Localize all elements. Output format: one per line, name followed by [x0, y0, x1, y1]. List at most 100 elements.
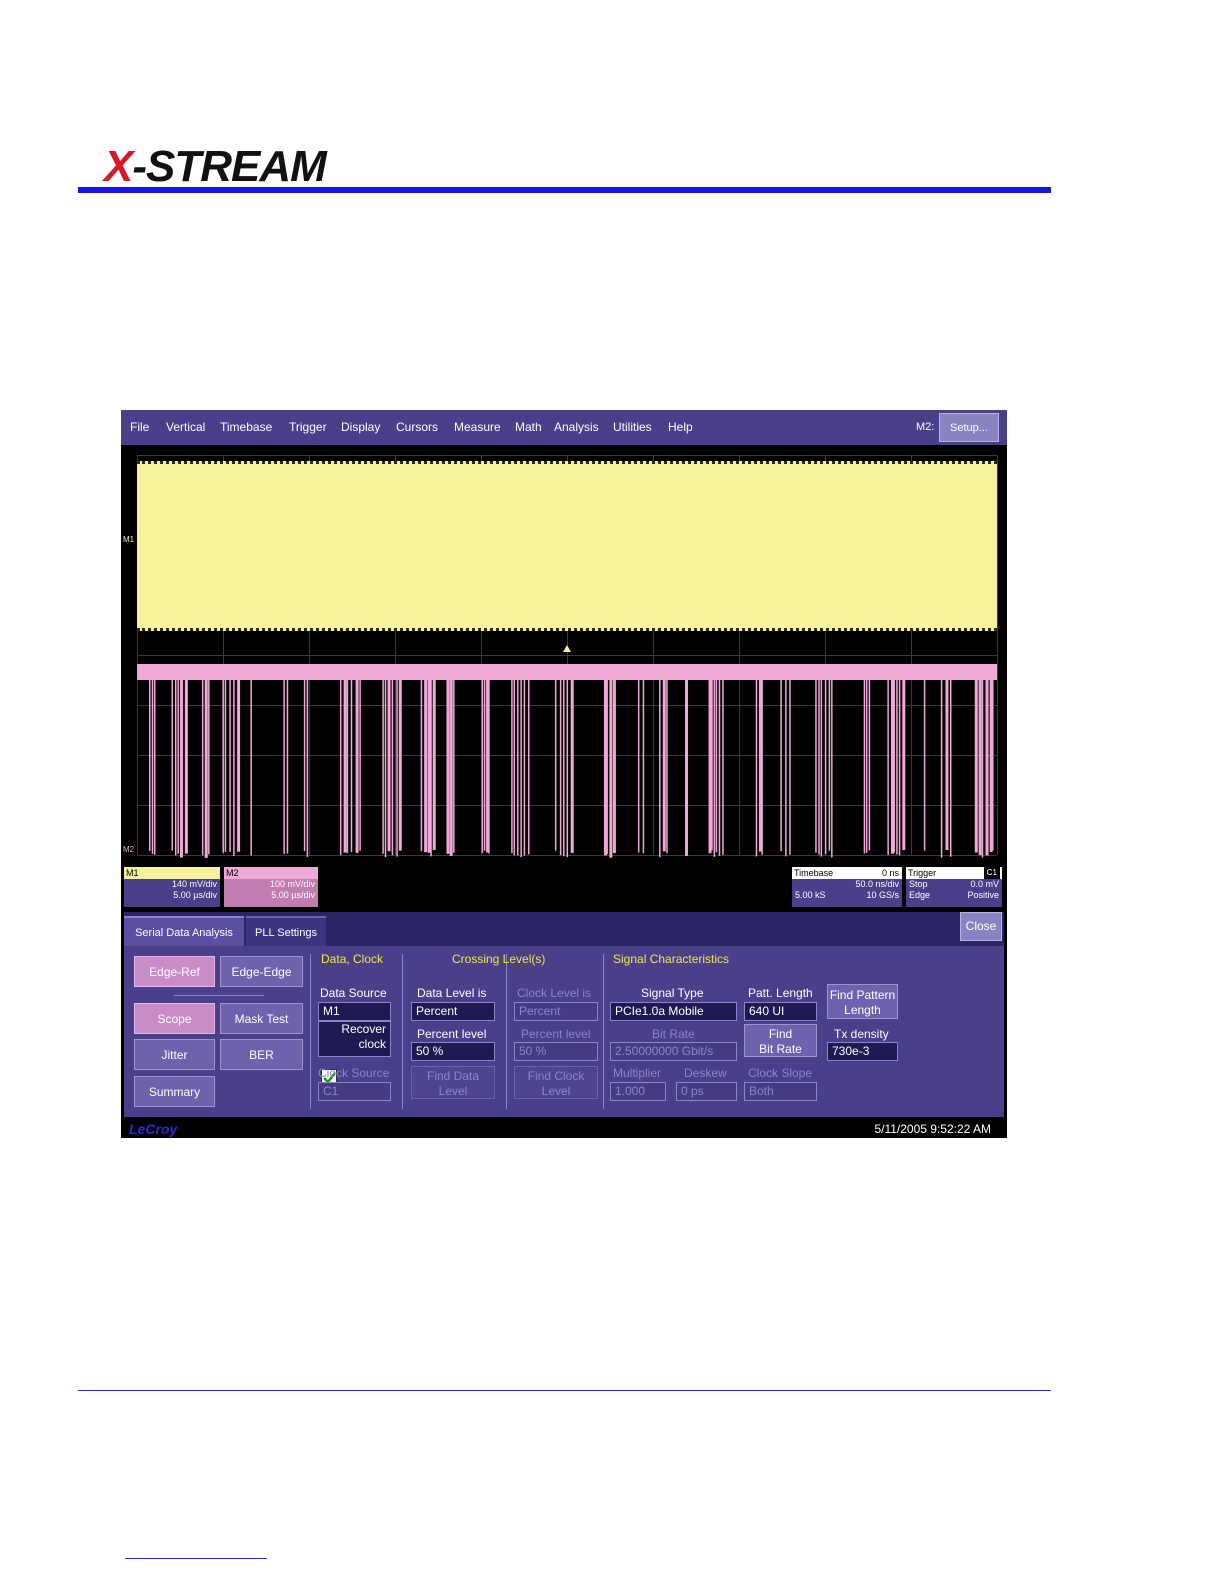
tx-density-field[interactable]: 730e-3 [827, 1042, 898, 1061]
data-source-field[interactable]: M1 [318, 1002, 391, 1021]
m2-pulse [283, 680, 285, 854]
percent-level-field[interactable]: 50 % [411, 1042, 495, 1061]
m1-descriptor[interactable]: M1 140 mV/div 5.00 µs/div [124, 867, 220, 907]
m2-pulse [420, 680, 423, 852]
recover-clock-label-1: Recover [341, 1022, 386, 1036]
m2-vdiv: 100 mV/div [269, 879, 315, 889]
m2-pulse [898, 680, 901, 856]
edge-edge-button[interactable]: Edge-Edge [220, 956, 303, 987]
m2-pulse [566, 680, 569, 858]
m2-pulse [229, 680, 231, 852]
timebase-delay: 0 ns [881, 868, 899, 878]
find-pattern-length-label-2: Length [844, 1003, 881, 1017]
menu-file[interactable]: File [130, 420, 149, 434]
edge-ref-button[interactable]: Edge-Ref [134, 956, 215, 987]
recover-clock-box[interactable]: Recover clock [318, 1021, 391, 1057]
trigger-descriptor[interactable]: Trigger C1 Stop 0.0 mV Edge Positive [906, 867, 1002, 907]
m2-pulse [424, 680, 428, 853]
divider-4 [603, 954, 604, 1109]
signal-type-label: Signal Type [641, 986, 704, 1000]
menu-display[interactable]: Display [341, 420, 380, 434]
find-clock-level-button[interactable]: Find Clock Level [514, 1066, 598, 1099]
jitter-button[interactable]: Jitter [134, 1039, 215, 1070]
data-level-field[interactable]: Percent [411, 1002, 495, 1021]
graticule-hline [137, 655, 997, 656]
m1-trace-label: M1 [123, 535, 135, 544]
m2-pulse [708, 680, 712, 854]
menu-cursors[interactable]: Cursors [396, 420, 438, 434]
m2-pulse [179, 680, 183, 858]
clock-percent-level-label: Percent level [521, 1027, 591, 1041]
m2-pulse [430, 680, 432, 857]
menu-trigger[interactable]: Trigger [289, 420, 327, 434]
tab-serial-data-analysis[interactable]: Serial Data Analysis [124, 916, 244, 946]
m2-setup-label: M2: [916, 421, 935, 433]
m2-pulse [306, 680, 309, 857]
m2-pulse [974, 680, 978, 853]
group-signal-characteristics: Signal Characteristics [613, 952, 730, 966]
m2-pulse [755, 680, 758, 857]
bit-rate-field[interactable]: 2.50000000 Gbit/s [610, 1042, 737, 1061]
deskew-field[interactable]: 0 ps [676, 1082, 737, 1101]
m2-pulse [204, 680, 208, 858]
m2-pulse [488, 680, 490, 854]
find-bit-rate-button[interactable]: Find Bit Rate [744, 1024, 817, 1057]
scope-button[interactable]: Scope [134, 1003, 215, 1034]
m2-pulse [523, 680, 526, 856]
m2-pulse [511, 680, 513, 854]
m2-pulse [981, 680, 984, 858]
timebase-title: Timebase [794, 868, 834, 878]
m2-pulse [949, 680, 952, 857]
m2-pulse [685, 680, 689, 856]
multiplier-field[interactable]: 1.000 [610, 1082, 666, 1101]
bit-rate-label: Bit Rate [652, 1027, 695, 1041]
menu-help[interactable]: Help [668, 420, 693, 434]
find-clock-level-label-2: Level [541, 1084, 571, 1098]
menu-math[interactable]: Math [515, 420, 542, 434]
m2-descriptor-title: M2 [224, 867, 318, 879]
signal-type-field[interactable]: PCIe1.0a Mobile [610, 1002, 737, 1021]
waveform-display[interactable]: M1 M2 [121, 445, 1007, 865]
m2-pulse [350, 680, 353, 853]
m2-pulse [722, 680, 724, 856]
m1-vdiv: 140 mV/div [171, 879, 217, 889]
patt-length-field[interactable]: 640 UI [744, 1002, 817, 1021]
m2-pulse [865, 680, 868, 853]
setup-button[interactable]: Setup... [939, 413, 999, 442]
ber-button[interactable]: BER [220, 1039, 303, 1070]
menu-measure[interactable]: Measure [454, 420, 501, 434]
menu-timebase[interactable]: Timebase [220, 420, 272, 434]
m2-pulse [761, 680, 763, 855]
timebase-tdiv: 50.0 ns/div [855, 879, 899, 889]
m2-pulse [923, 680, 926, 851]
m2-pulse [201, 680, 204, 856]
m2-pulse [359, 680, 361, 851]
m2-pulse [637, 680, 640, 853]
menu-utilities[interactable]: Utilities [613, 420, 652, 434]
m2-pulse [985, 680, 989, 856]
clock-slope-field[interactable]: Both [744, 1082, 817, 1101]
clock-source-label: Clock Source [318, 1066, 390, 1080]
m2-pulse [339, 680, 342, 856]
m2-descriptor[interactable]: M2 100 mV/div 5.00 µs/div [224, 867, 318, 907]
timebase-descriptor[interactable]: Timebase 0 ns 50.0 ns/div 5.00 kS 10 GS/… [792, 867, 902, 907]
timebase-sample-rate: 10 GS/s [866, 890, 899, 900]
clock-level-field[interactable]: Percent [514, 1002, 598, 1021]
find-data-level-button[interactable]: Find Data Level [411, 1066, 495, 1099]
find-pattern-length-button[interactable]: Find Pattern Length [827, 984, 898, 1019]
m2-pulse [387, 680, 391, 852]
clock-level-label: Clock Level is [517, 986, 592, 1000]
m2-pulse [785, 680, 787, 857]
m1-descriptor-title: M1 [124, 867, 220, 879]
mask-test-button[interactable]: Mask Test [220, 1003, 303, 1034]
summary-button[interactable]: Summary [134, 1076, 215, 1107]
m2-pulse [820, 680, 823, 857]
tab-pll-settings[interactable]: PLL Settings [246, 916, 326, 946]
clock-source-field[interactable]: C1 [318, 1082, 391, 1101]
menu-vertical[interactable]: Vertical [166, 420, 205, 434]
close-button[interactable]: Close [960, 912, 1002, 941]
m2-pulse [303, 680, 306, 852]
clock-percent-level-field[interactable]: 50 % [514, 1042, 598, 1061]
menu-analysis[interactable]: Analysis [554, 420, 599, 434]
m2-pulse [184, 680, 188, 854]
